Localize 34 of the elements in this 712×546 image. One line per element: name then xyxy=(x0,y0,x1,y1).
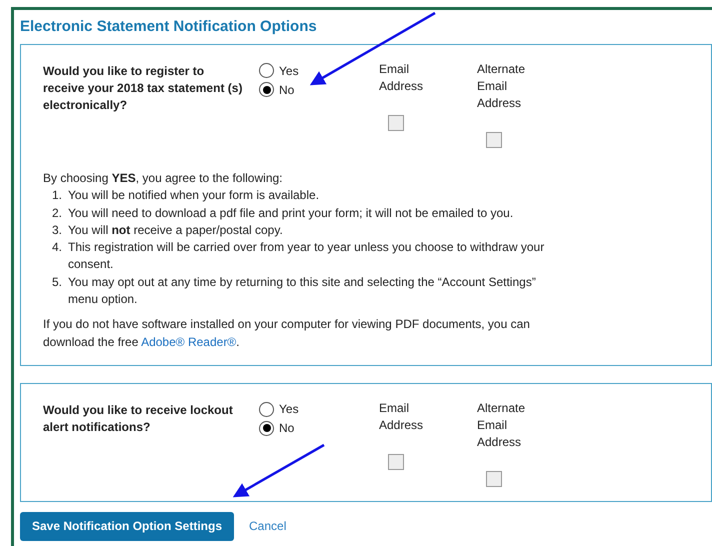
radio-button[interactable] xyxy=(259,63,274,78)
column-header: Alternate Email Address xyxy=(477,400,526,451)
intro-text: By choosing YES, you agree to the following: xyxy=(43,170,284,187)
radio-option[interactable]: Yes xyxy=(259,402,379,417)
item-number: 3. xyxy=(50,222,62,239)
checkbox[interactable] xyxy=(388,115,404,131)
checkbox[interactable] xyxy=(486,470,502,487)
radio-button[interactable] xyxy=(259,420,274,436)
item-number: 4. xyxy=(50,239,62,256)
radio-option[interactable]: Yes xyxy=(259,63,379,78)
radio-button[interactable] xyxy=(259,402,274,417)
note-text: If you do not have software installed on your computer for viewing PDF documents, you can download the free Adobe® Reader®. xyxy=(43,316,531,351)
radio-button[interactable] xyxy=(259,82,274,97)
item-number: 5. xyxy=(50,274,62,291)
item-number: 1. xyxy=(50,187,62,204)
column-header: Email Address xyxy=(379,61,424,95)
cancel-link[interactable]: Cancel xyxy=(249,519,286,534)
section-title: Electronic Statement Notification Options xyxy=(20,18,318,35)
list-item-text: You will be notified when your form is available. xyxy=(68,187,320,204)
save-button[interactable]: Save Notification Option Settings xyxy=(20,512,234,541)
question-text: Would you like to register to receive your 2018 tax statement (s) electronically? xyxy=(43,63,243,114)
item-number: 2. xyxy=(50,204,62,222)
column-header: Email Address xyxy=(379,400,424,434)
radio-option[interactable]: No xyxy=(259,82,379,97)
column-header: Alternate Email Address xyxy=(477,61,526,112)
checkbox[interactable] xyxy=(486,132,502,148)
list-item-text: You will not receive a paper/postal copy. xyxy=(68,222,284,239)
reader-link[interactable]: Adobe® Reader® xyxy=(141,334,236,349)
question-text: Would you like to receive lockout alert notifications? xyxy=(43,402,234,436)
list-item-text: You may opt out at any time by returning to this site and selecting the “Account Settings” menu option. xyxy=(68,274,537,308)
checkbox[interactable] xyxy=(388,454,404,470)
radio-option[interactable]: No xyxy=(259,420,379,436)
list-item-text: This registration will be carried over from year to year unless you choose to withdraw your consent. xyxy=(68,239,546,274)
list-item-text: You will need to download a pdf file and print your form; it will not be emailed to you. xyxy=(68,204,514,222)
